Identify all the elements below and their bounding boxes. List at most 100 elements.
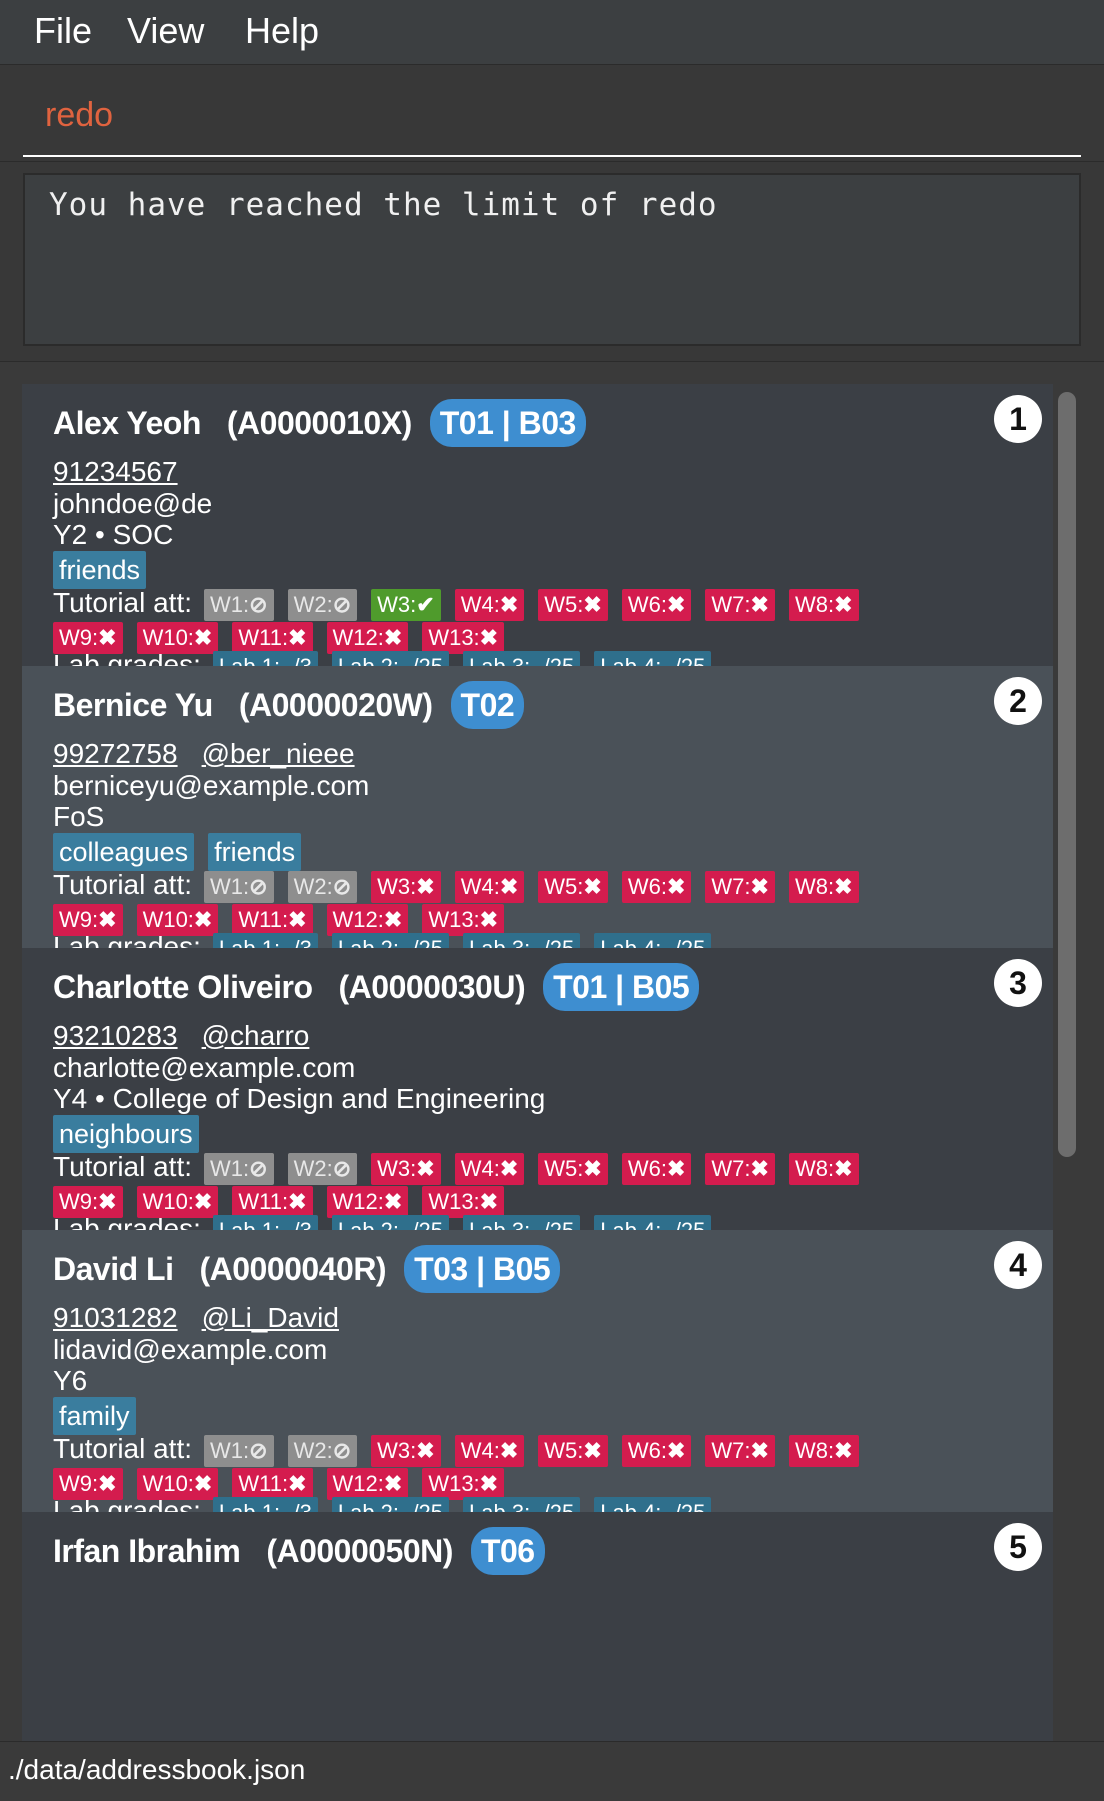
cross-icon: ✖ [288,1188,307,1214]
cross-icon: ✖ [383,624,403,650]
cross-icon: ✖ [666,591,686,617]
week-label: W6: [627,1155,667,1181]
week-label: W6: [627,1437,667,1463]
person-list[interactable]: Alex Yeoh (A0000010X) T01 | B03 1 91234567 jo… [0,361,1104,1742]
attendance-chip: W8:✖ [788,588,859,621]
attendance-row: Tutorial att: W1:⊘ W2:⊘ W3:✖ W4:✖ W5:✖ W6:✖ W7:… [53,1433,873,1467]
not-applicable-icon: ⊘ [249,591,268,617]
attendance-chip: W8:✖ [788,1152,859,1185]
attendance-chip: W3:✖ [371,870,441,903]
contact-line: 99272758 @ber_nieee [53,738,355,770]
attendance-chip: W7:✖ [705,588,775,621]
tags-row: colleagues friends [53,833,315,871]
email: charlotte@example.com [53,1052,356,1083]
person-name: Irfan Ibrahim [53,1532,241,1569]
cross-icon: ✖ [98,906,117,932]
index-badge: 4 [994,1241,1042,1289]
cross-icon: ✖ [479,1470,499,1496]
week-label: W12: [332,1470,384,1496]
week-label: W8: [794,1437,835,1463]
cross-icon: ✖ [750,873,769,899]
attendance-label: Tutorial att: [53,869,193,900]
attendance-chip: W6:✖ [621,588,692,621]
contact-line: 91031282 @Li_David [53,1302,339,1334]
person-card[interactable]: Irfan Ibrahim (A0000050N) T06 5 [22,1512,1053,1742]
week-label: W13: [428,624,480,650]
telegram-link[interactable]: @ber_nieee [202,738,355,769]
week-label: W1: [210,1155,250,1181]
week-label: W10: [142,1188,194,1214]
attendance-chip: W4:✖ [454,870,525,903]
index-badge: 1 [994,395,1042,443]
scrollbar[interactable] [1056,392,1080,1732]
attendance-chip: W6:✖ [621,870,692,903]
check-icon: ✔ [416,591,435,617]
cross-icon: ✖ [383,1470,403,1496]
student-id: (A0000030U) [338,968,526,1005]
cross-icon: ✖ [193,624,213,650]
attendance-chip: W6:✖ [621,1152,692,1185]
person-card[interactable]: Bernice Yu (A0000020W) T02 2 99272758 @ber_ni… [22,666,1053,988]
cross-icon: ✖ [193,906,213,932]
cross-icon: ✖ [98,1188,117,1214]
telegram-link[interactable]: @charro [202,1020,310,1051]
command-box [0,64,1104,162]
attendance-chip: W7:✖ [705,1152,775,1185]
person-card[interactable]: Alex Yeoh (A0000010X) T01 | B03 1 91234567 jo… [22,384,1053,706]
week-label: W7: [711,1155,751,1181]
phone-link[interactable]: 91234567 [53,456,178,487]
name-row: Alex Yeoh (A0000010X) T01 | B03 [53,397,586,449]
week-label: W8: [794,873,835,899]
week-label: W1: [210,873,250,899]
attendance-chip: W5:✖ [538,1152,608,1185]
phone-link[interactable]: 93210283 [53,1020,178,1051]
person-name: Bernice Yu [53,686,213,723]
command-input[interactable] [23,75,1081,157]
phone-link[interactable]: 91031282 [53,1302,178,1333]
attendance-chip: W4:✖ [454,1152,525,1185]
scrollbar-thumb[interactable] [1058,392,1076,1157]
week-label: W6: [627,873,667,899]
attendance-label: Tutorial att: [53,1151,193,1182]
index-badge: 5 [994,1523,1042,1571]
week-label: W7: [711,591,751,617]
person-card[interactable]: Charlotte Oliveiro (A0000030U) T01 | B05 3 9… [22,948,1053,1270]
result-display[interactable]: You have reached the limit of redo [23,173,1081,346]
not-applicable-icon: ⊘ [249,1437,268,1463]
group-badge: T01 | B05 [543,963,700,1011]
status-bar: ./data/addressbook.json [0,1741,1104,1801]
attendance-chip: W7:✖ [705,870,775,903]
week-label: W3: [377,873,417,899]
cross-icon: ✖ [750,1437,769,1463]
week-label: W8: [794,1155,835,1181]
week-label: W5: [544,873,584,899]
week-label: W13: [428,906,480,932]
attendance-chip: W8:✖ [788,1434,859,1467]
attendance-chip: W6:✖ [621,1434,692,1467]
attendance-chip: W1:⊘ [204,588,274,621]
menu-help[interactable]: Help [245,10,319,52]
phone-link[interactable]: 99272758 [53,738,178,769]
not-applicable-icon: ⊘ [332,1155,352,1181]
attendance-chip: W4:✖ [454,1434,525,1467]
telegram-link[interactable]: @Li_David [202,1302,339,1333]
week-label: W9: [59,906,99,932]
cross-icon: ✖ [583,591,602,617]
group-badge: T02 [450,681,525,729]
tag-friends: friends [208,833,302,871]
cross-icon: ✖ [479,624,499,650]
menu-view[interactable]: View [127,10,204,52]
student-id: (A0000050N) [266,1532,453,1569]
person-card[interactable]: David Li (A0000040R) T03 | B05 4 91031282 @Li… [22,1230,1053,1552]
week-label: W9: [59,624,99,650]
cross-icon: ✖ [666,1155,686,1181]
cross-icon: ✖ [383,1188,403,1214]
week-label: W13: [428,1188,480,1214]
cross-icon: ✖ [499,873,519,899]
menu-file[interactable]: File [34,10,92,52]
email: johndoe@de [53,488,213,519]
week-label: W3: [377,591,417,617]
cross-icon: ✖ [583,873,602,899]
week-label: W10: [142,624,194,650]
cross-icon: ✖ [416,1437,435,1463]
